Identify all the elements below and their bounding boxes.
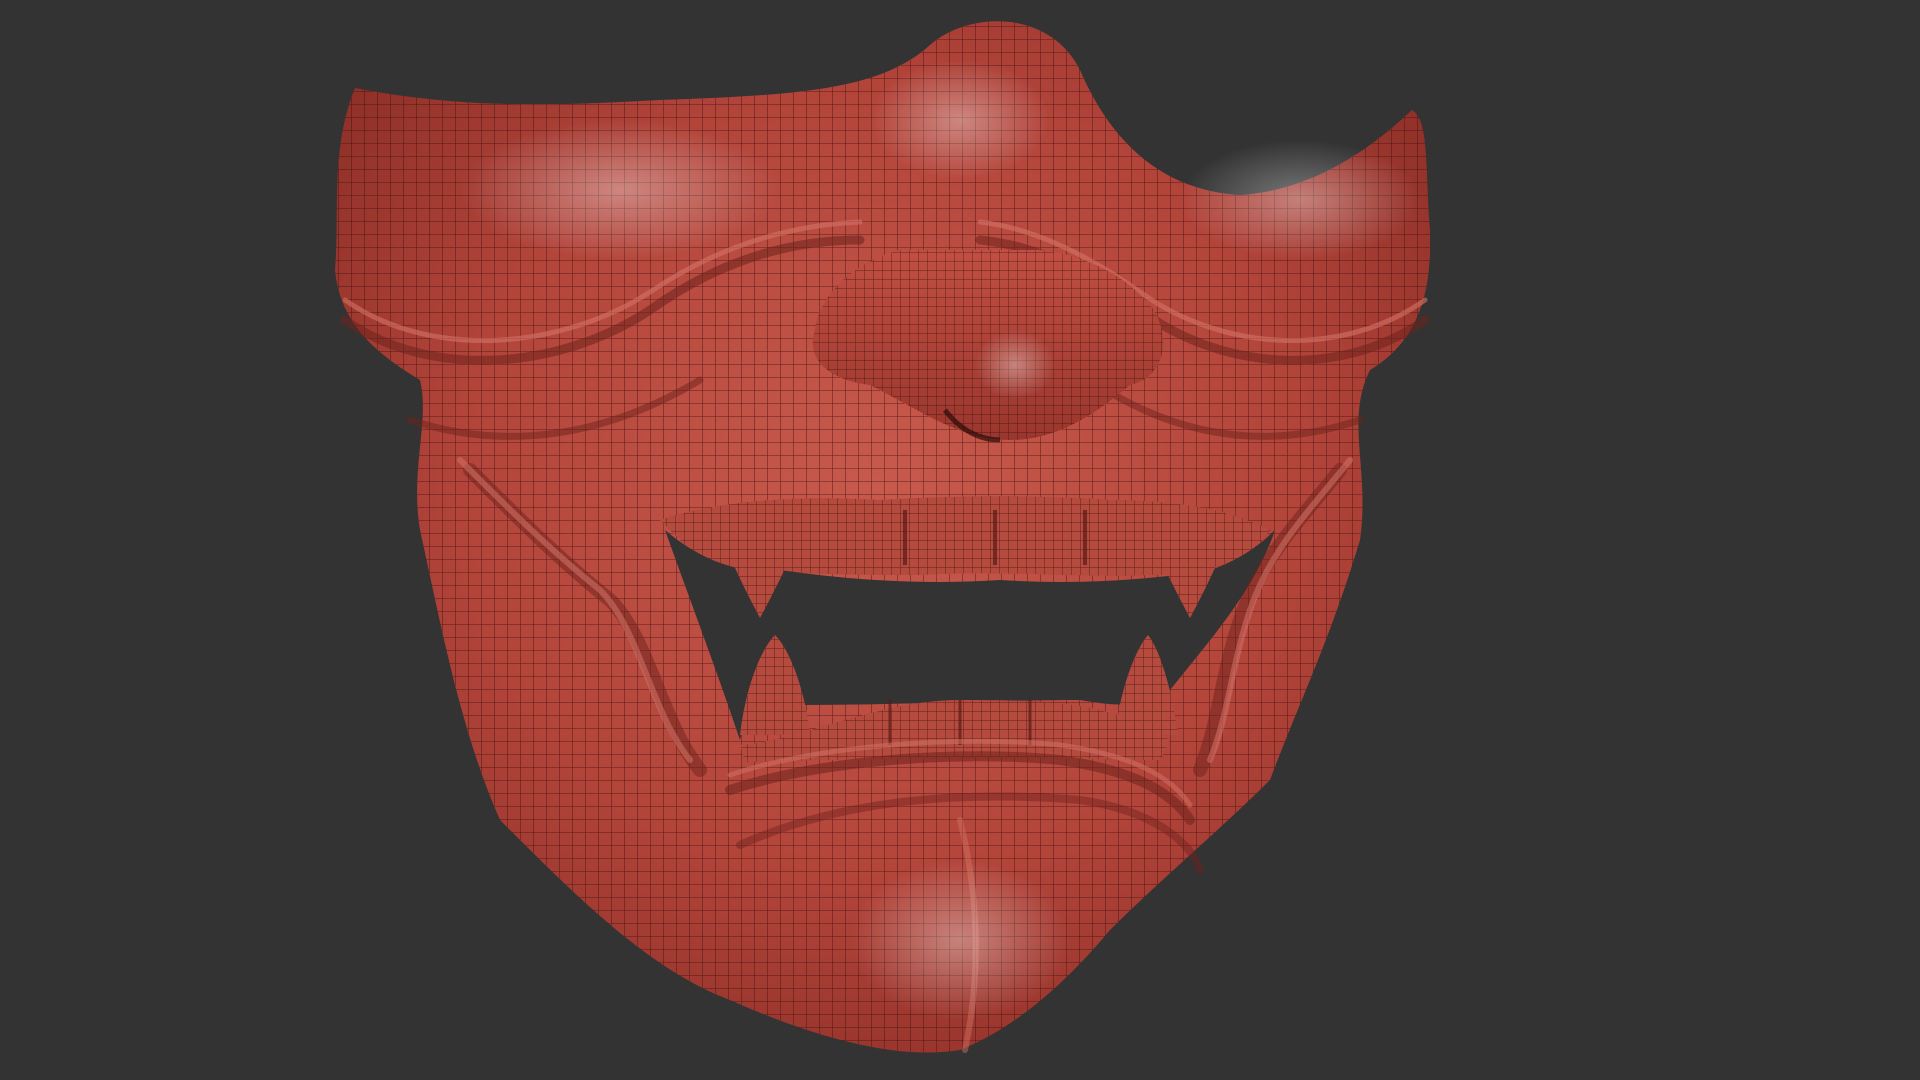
oni-mask-model (335, 21, 1431, 1053)
3d-viewport[interactable] (0, 0, 1920, 1080)
